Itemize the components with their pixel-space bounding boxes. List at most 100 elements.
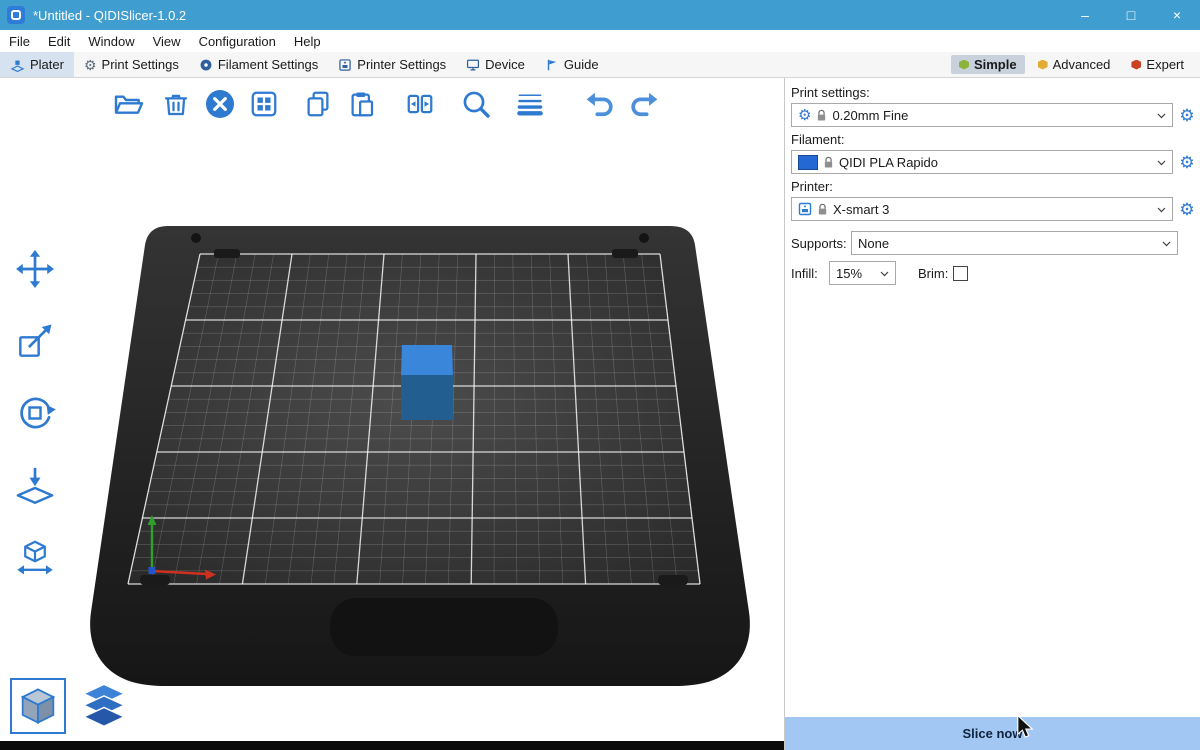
redo-button[interactable] xyxy=(626,86,662,122)
mouse-cursor xyxy=(1016,714,1034,740)
tab-label: Filament Settings xyxy=(218,57,318,72)
mode-label: Expert xyxy=(1146,57,1184,72)
filament-combo[interactable]: QIDI PLA Rapido xyxy=(791,150,1173,174)
window-title: *Untitled - QIDISlicer-1.0.2 xyxy=(33,8,186,23)
printer-combo[interactable]: X-smart 3 xyxy=(791,197,1173,221)
menu-view[interactable]: View xyxy=(144,34,190,49)
delete-all-button[interactable] xyxy=(202,86,238,122)
model-object[interactable] xyxy=(401,345,453,420)
rotate-button[interactable] xyxy=(12,390,58,436)
supports-combo[interactable]: None xyxy=(851,231,1178,255)
printer-label: Printer: xyxy=(791,179,1196,194)
brim-label: Brim: xyxy=(918,266,948,281)
move-button[interactable] xyxy=(12,246,58,292)
print-settings-gear-button[interactable]: ⚙ xyxy=(1178,107,1196,124)
lock-icon xyxy=(823,156,834,169)
tab-label: Printer Settings xyxy=(357,57,446,72)
paste-button[interactable] xyxy=(344,86,380,122)
chevron-down-icon xyxy=(880,271,889,277)
place-on-face-button[interactable] xyxy=(12,462,58,508)
menu-window[interactable]: Window xyxy=(79,34,143,49)
infill-value: 15% xyxy=(836,266,862,281)
view-3d-button[interactable] xyxy=(10,678,66,734)
viewport-3d[interactable] xyxy=(0,78,784,750)
supports-value: None xyxy=(858,236,889,251)
close-button[interactable]: × xyxy=(1154,0,1200,30)
menu-edit[interactable]: Edit xyxy=(39,34,79,49)
gear-icon: ⚙ xyxy=(798,108,811,123)
variable-layer-height-icon xyxy=(515,89,545,119)
delete-icon xyxy=(161,89,191,119)
chevron-down-icon xyxy=(1157,113,1166,119)
tab-label: Plater xyxy=(30,57,64,72)
bottom-strip xyxy=(0,741,784,750)
tab-printer-settings[interactable]: Printer Settings xyxy=(328,52,456,77)
delete-all-icon xyxy=(204,88,236,120)
mode-selector: Simple Advanced Expert xyxy=(951,52,1200,77)
variable-layer-height-button[interactable] xyxy=(512,86,548,122)
undo-button[interactable] xyxy=(582,86,618,122)
arrange-button[interactable] xyxy=(246,86,282,122)
plater-icon xyxy=(10,57,25,72)
open-button[interactable] xyxy=(110,86,146,122)
search-icon xyxy=(460,88,492,120)
printer-gear-button[interactable]: ⚙ xyxy=(1178,201,1196,218)
printer-icon xyxy=(338,58,352,72)
menu-help[interactable]: Help xyxy=(285,34,330,49)
simple-mode-icon xyxy=(959,60,969,70)
tab-filament-settings[interactable]: Filament Settings xyxy=(189,52,328,77)
view-switch xyxy=(10,678,132,734)
mode-advanced[interactable]: Advanced xyxy=(1030,55,1119,74)
lock-icon xyxy=(817,203,828,216)
paste-icon xyxy=(347,89,377,119)
slice-now-button[interactable]: Slice now xyxy=(785,717,1200,750)
mode-simple[interactable]: Simple xyxy=(951,55,1025,74)
tab-print-settings[interactable]: ⚙ Print Settings xyxy=(74,52,189,77)
split-icon xyxy=(405,89,435,119)
place-on-face-icon xyxy=(13,463,57,507)
device-icon xyxy=(466,58,480,72)
app-window: *Untitled - QIDISlicer-1.0.2 – □ × File … xyxy=(0,0,1200,750)
mode-label: Simple xyxy=(974,57,1017,72)
menu-configuration[interactable]: Configuration xyxy=(190,34,285,49)
expert-mode-icon xyxy=(1131,60,1141,70)
tab-guide[interactable]: Guide xyxy=(535,52,609,77)
tab-plater[interactable]: Plater xyxy=(0,52,74,77)
copy-icon xyxy=(303,89,333,119)
filament-gear-button[interactable]: ⚙ xyxy=(1178,154,1196,171)
tab-label: Guide xyxy=(564,57,599,72)
tab-device[interactable]: Device xyxy=(456,52,535,77)
infill-combo[interactable]: 15% xyxy=(829,261,896,285)
app-logo-icon xyxy=(7,6,25,24)
lock-icon xyxy=(816,109,827,122)
menu-file[interactable]: File xyxy=(0,34,39,49)
filament-icon xyxy=(199,58,213,72)
tab-label: Device xyxy=(485,57,525,72)
mode-label: Advanced xyxy=(1053,57,1111,72)
print-settings-label: Print settings: xyxy=(791,85,1196,100)
tab-label: Print Settings xyxy=(102,57,179,72)
scene-canvas[interactable] xyxy=(0,78,784,750)
brim-checkbox[interactable] xyxy=(953,266,968,281)
filament-label: Filament: xyxy=(791,132,1196,147)
print-settings-combo[interactable]: ⚙ 0.20mm Fine xyxy=(791,103,1173,127)
search-button[interactable] xyxy=(458,86,494,122)
maximize-button[interactable]: □ xyxy=(1108,0,1154,30)
scale-button[interactable] xyxy=(12,318,58,364)
object-manipulation-toolbar xyxy=(12,246,58,580)
size-button[interactable] xyxy=(12,534,58,580)
filament-value: QIDI PLA Rapido xyxy=(839,155,938,170)
minimize-button[interactable]: – xyxy=(1062,0,1108,30)
mode-expert[interactable]: Expert xyxy=(1123,55,1192,74)
view-layers-button[interactable] xyxy=(76,678,132,734)
open-icon xyxy=(112,88,144,120)
copy-button[interactable] xyxy=(300,86,336,122)
menu-bar: File Edit Window View Configuration Help xyxy=(0,30,1200,52)
chevron-down-icon xyxy=(1157,207,1166,213)
split-button[interactable] xyxy=(402,86,438,122)
delete-button[interactable] xyxy=(158,86,194,122)
printer-icon xyxy=(798,202,812,216)
redo-icon xyxy=(628,88,660,120)
supports-label: Supports: xyxy=(791,236,846,251)
undo-icon xyxy=(584,88,616,120)
